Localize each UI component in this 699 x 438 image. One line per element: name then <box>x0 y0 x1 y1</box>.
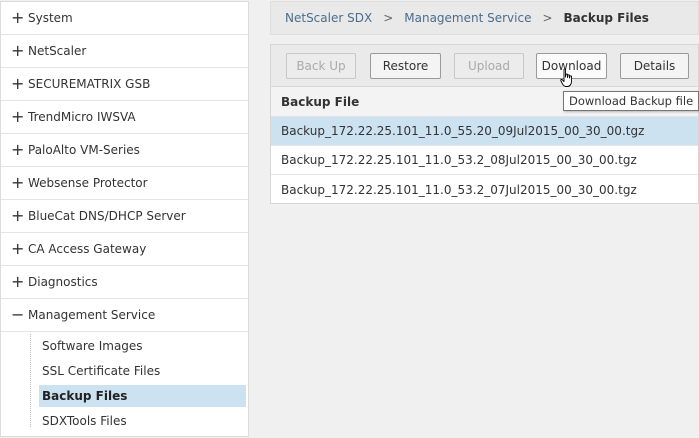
table-row[interactable]: Backup_172.22.25.101_11.0_55.20_09Jul201… <box>271 117 698 146</box>
restore-button[interactable]: Restore <box>370 53 441 79</box>
breadcrumb-separator-icon: > <box>383 11 394 25</box>
table-row[interactable]: Backup_172.22.25.101_11.0_53.2_07Jul2015… <box>271 175 698 204</box>
expand-plus-icon: + <box>11 107 25 126</box>
sidebar-item-label: Websense Protector <box>28 176 148 190</box>
management-service-subtree: Software Images SSL Certificate Files Ba… <box>1 332 248 432</box>
sidebar-subitem-software-images[interactable]: Software Images <box>39 335 246 357</box>
back-up-button[interactable]: Back Up <box>286 53 356 79</box>
sidebar-item-label: PaloAlto VM-Series <box>28 143 140 157</box>
hand-pointer-cursor-icon <box>560 68 572 87</box>
toolbar: Back Up Restore Upload Download Details <box>271 45 698 87</box>
breadcrumb-separator-icon: > <box>542 11 553 25</box>
expand-plus-icon: + <box>11 74 25 93</box>
sidebar-item-label: BlueCat DNS/DHCP Server <box>28 209 186 223</box>
breadcrumb: NetScaler SDX > Management Service > Bac… <box>270 1 699 35</box>
breadcrumb-link-management-service[interactable]: Management Service <box>404 11 531 25</box>
sidebar-item-label: Management Service <box>28 308 156 322</box>
expand-plus-icon: + <box>11 272 25 291</box>
expand-plus-icon: + <box>11 173 25 192</box>
sidebar-item-label: CA Access Gateway <box>28 242 147 256</box>
expand-plus-icon: + <box>11 41 25 60</box>
tree-connector-line <box>30 334 32 427</box>
expand-plus-icon: + <box>11 239 25 258</box>
navigation-sidebar: + System + NetScaler + SECUREMATRIX GSB … <box>0 1 249 437</box>
sidebar-item-websense-protector[interactable]: + Websense Protector <box>1 167 248 200</box>
sidebar-item-securematrix-gsb[interactable]: + SECUREMATRIX GSB <box>1 68 248 101</box>
sidebar-item-label: TrendMicro IWSVA <box>28 110 136 124</box>
sidebar-item-bluecat-dns-dhcp[interactable]: + BlueCat DNS/DHCP Server <box>1 200 248 233</box>
table-row[interactable]: Backup_172.22.25.101_11.0_53.2_08Jul2015… <box>271 146 698 175</box>
expand-plus-icon: + <box>11 206 25 225</box>
sidebar-subitem-ssl-certificate-files[interactable]: SSL Certificate Files <box>39 360 246 382</box>
sidebar-item-label: SECUREMATRIX GSB <box>28 77 151 91</box>
expand-plus-icon: + <box>11 140 25 159</box>
sidebar-item-paloalto-vm-series[interactable]: + PaloAlto VM-Series <box>1 134 248 167</box>
sidebar-item-label: System <box>28 11 73 25</box>
upload-button[interactable]: Upload <box>454 53 524 79</box>
sidebar-item-trendmicro-iwsva[interactable]: + TrendMicro IWSVA <box>1 101 248 134</box>
expand-plus-icon: + <box>11 8 25 27</box>
sidebar-item-diagnostics[interactable]: + Diagnostics <box>1 266 248 299</box>
sidebar-item-system[interactable]: + System <box>1 2 248 35</box>
breadcrumb-current-page: Backup Files <box>563 11 649 25</box>
sidebar-item-label: Diagnostics <box>28 275 98 289</box>
download-tooltip: Download Backup file <box>563 91 699 111</box>
sidebar-item-label: NetScaler <box>28 44 87 58</box>
collapse-minus-icon: − <box>11 305 25 324</box>
sidebar-item-netscaler[interactable]: + NetScaler <box>1 35 248 68</box>
sidebar-item-management-service[interactable]: − Management Service <box>1 299 248 332</box>
sidebar-subitem-sdxtools-files[interactable]: SDXTools Files <box>39 410 246 432</box>
sidebar-subitem-backup-files[interactable]: Backup Files <box>39 385 246 407</box>
sidebar-item-ca-access-gateway[interactable]: + CA Access Gateway <box>1 233 248 266</box>
breadcrumb-link-netscaler-sdx[interactable]: NetScaler SDX <box>285 11 372 25</box>
details-button[interactable]: Details <box>620 53 689 79</box>
backup-files-panel: Back Up Restore Upload Download Details … <box>270 44 699 204</box>
